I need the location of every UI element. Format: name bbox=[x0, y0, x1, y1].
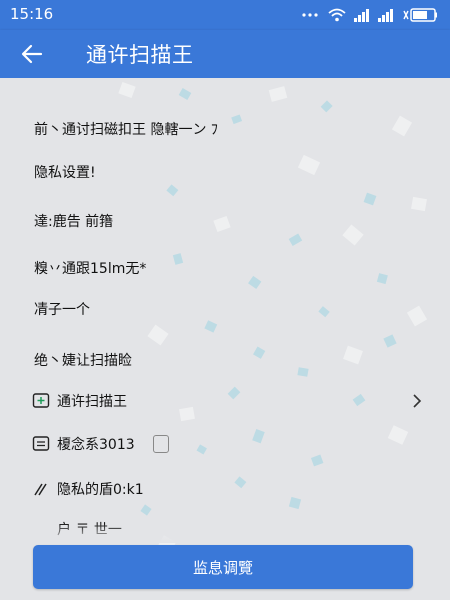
signal-icon bbox=[354, 9, 369, 22]
content-text-row: 達:鹿告 前簎 bbox=[34, 214, 114, 230]
settings-item-label: 隐私的盾0:k1 bbox=[57, 482, 144, 498]
signal-icon bbox=[378, 9, 393, 22]
wifi-icon bbox=[328, 8, 346, 22]
status-time: 15:16 bbox=[10, 5, 54, 23]
settings-item-scanner[interactable]: 通许扫描王 bbox=[32, 388, 422, 414]
content-area: 前丶通讨扫磁扣王 隐轄一ン ﾌ 隐私设置! 達:鹿告 前簎 糗丷通跟15lm无*… bbox=[0, 78, 450, 600]
list-box-icon bbox=[32, 435, 50, 453]
back-button[interactable] bbox=[18, 40, 50, 68]
settings-item-privacy[interactable]: 隐私的盾0:k1 bbox=[32, 476, 422, 502]
plus-box-icon bbox=[32, 392, 50, 410]
slash-icon bbox=[32, 480, 50, 498]
scroll-fade bbox=[0, 523, 450, 543]
settings-item-label: 通许扫描王 bbox=[57, 394, 127, 410]
content-text-row: 凊子一个 bbox=[34, 302, 90, 318]
settings-item-version[interactable]: 榎念系3013 bbox=[32, 431, 422, 457]
app-bar: 通许扫描王 bbox=[0, 30, 450, 78]
content-text-row: 前丶通讨扫磁扣王 隐轄一ン ﾌ bbox=[34, 122, 218, 138]
settings-item-label: 榎念系3013 bbox=[57, 437, 135, 453]
content-text-row: 绝丶婕让扫描睑 bbox=[34, 353, 132, 369]
arrow-left-icon bbox=[21, 44, 43, 64]
battery-icon bbox=[403, 8, 437, 22]
status-icons bbox=[302, 7, 438, 23]
dots-icon bbox=[302, 13, 318, 17]
app-title: 通许扫描王 bbox=[86, 43, 194, 67]
content-text-row: 糗丷通跟15lm无* bbox=[34, 261, 147, 277]
small-toggle[interactable] bbox=[152, 435, 169, 453]
content-text-row: 隐私设置! bbox=[34, 165, 96, 181]
chevron-right-icon bbox=[412, 393, 422, 413]
status-bar: 15:16 bbox=[0, 0, 450, 30]
primary-action-button[interactable]: 监息调覽 bbox=[33, 545, 413, 589]
